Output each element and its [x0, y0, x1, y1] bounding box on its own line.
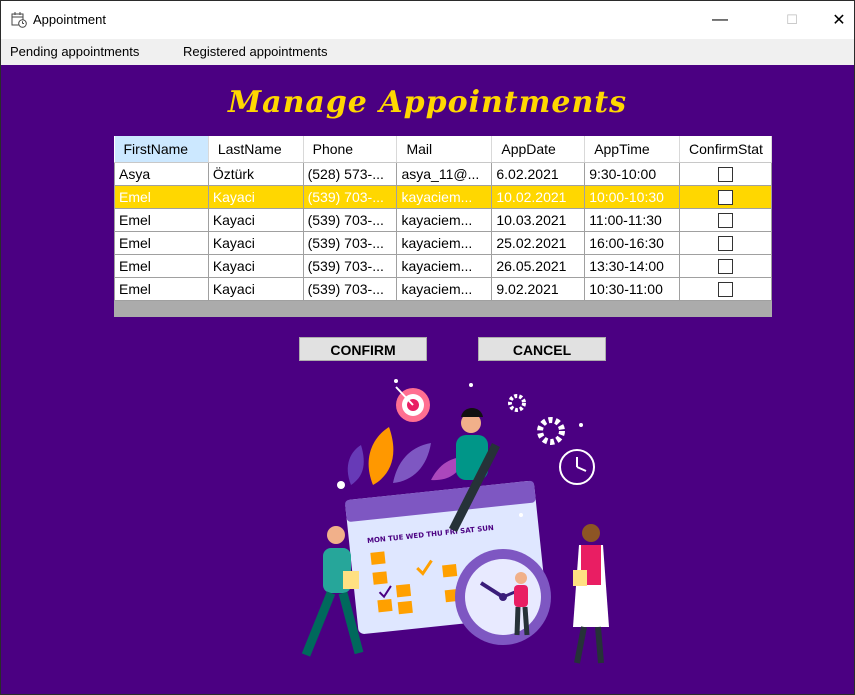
main-panel: Manage Appointments FirstName LastName P… — [1, 65, 854, 694]
column-header-firstname[interactable]: FirstName — [114, 136, 209, 163]
gear-icon — [508, 394, 565, 445]
column-header-lastname[interactable]: LastName — [208, 136, 304, 163]
table-row[interactable]: Emel Kayaci (539) 703-... kayaciem... 10.03.… — [114, 208, 772, 232]
cell-apptime[interactable]: 10:30-11:00 — [584, 277, 681, 301]
cell-mail[interactable]: asya_11@... — [396, 162, 493, 186]
title-bar: Appointment — ☐ ✕ — [1, 1, 854, 39]
clock-icon — [559, 449, 595, 485]
cell-appdate[interactable]: 10.03.2021 — [491, 208, 586, 232]
cell-lastname[interactable]: Kayaci — [207, 277, 304, 301]
cell-firstname[interactable]: Emel — [114, 185, 209, 209]
cell-confirmstat[interactable] — [679, 208, 772, 232]
appointments-table: FirstName LastName Phone Mail AppDate Ap… — [114, 136, 772, 301]
cell-firstname[interactable]: Asya — [114, 162, 209, 186]
cell-phone[interactable]: (539) 703-... — [302, 208, 398, 232]
cell-lastname[interactable]: Kayaci — [207, 208, 304, 232]
cell-phone[interactable]: (539) 703-... — [302, 231, 398, 255]
appointment-window: Appointment — ☐ ✕ Pending appointments R… — [0, 0, 855, 695]
cell-apptime[interactable]: 9:30-10:00 — [584, 162, 681, 186]
cell-confirmstat[interactable] — [679, 162, 772, 186]
table-row[interactable]: Emel Kayaci (539) 703-... kayaciem... 25.02.… — [114, 231, 772, 255]
close-button[interactable]: ✕ — [816, 1, 855, 39]
cell-apptime[interactable]: 16:00-16:30 — [584, 231, 681, 255]
cell-confirmstat[interactable] — [679, 231, 772, 255]
cell-appdate[interactable]: 9.02.2021 — [491, 277, 586, 301]
cell-lastname[interactable]: Kayaci — [207, 185, 304, 209]
wall-clock-icon — [455, 549, 551, 645]
cell-mail[interactable]: kayaciem... — [396, 254, 493, 278]
table-row[interactable]: Emel Kayaci (539) 703-... kayaciem... 10.02.… — [114, 185, 772, 209]
cell-appdate[interactable]: 26.05.2021 — [491, 254, 586, 278]
minimize-button[interactable]: — — [697, 1, 743, 39]
page-title: Manage Appointments — [227, 85, 628, 120]
target-icon — [395, 386, 430, 422]
confirm-checkbox[interactable] — [718, 190, 734, 206]
column-header-confirmstat[interactable]: ConfirmStat — [679, 136, 772, 163]
calendar-clock-icon — [11, 12, 27, 28]
confirm-checkbox[interactable] — [718, 167, 734, 183]
cell-phone[interactable]: (539) 703-... — [302, 277, 398, 301]
confirm-checkbox[interactable] — [718, 236, 734, 252]
confirm-checkbox[interactable] — [718, 213, 734, 229]
confirm-checkbox[interactable] — [718, 259, 734, 275]
cell-lastname[interactable]: Kayaci — [207, 231, 304, 255]
table-row[interactable]: Emel Kayaci (539) 703-... kayaciem... 26.05.… — [114, 254, 772, 278]
cell-firstname[interactable]: Emel — [114, 277, 209, 301]
cell-appdate[interactable]: 25.02.2021 — [491, 231, 586, 255]
cell-confirmstat[interactable] — [679, 254, 772, 278]
cell-phone[interactable]: (539) 703-... — [302, 185, 398, 209]
confirm-checkbox[interactable] — [718, 282, 734, 298]
leaf-decoration — [347, 427, 466, 485]
menu-pending-appointments[interactable]: Pending appointments — [10, 44, 139, 59]
appointment-illustration: MON TUE WED THU FRI SAT SUN — [301, 379, 609, 664]
cell-firstname[interactable]: Emel — [114, 208, 209, 232]
cell-lastname[interactable]: Kayaci — [207, 254, 304, 278]
column-header-mail[interactable]: Mail — [396, 136, 493, 163]
cell-firstname[interactable]: Emel — [114, 231, 209, 255]
cell-appdate[interactable]: 6.02.2021 — [491, 162, 586, 186]
window-title: Appointment — [33, 12, 106, 27]
confirm-button[interactable]: CONFIRM — [299, 337, 427, 361]
cell-apptime[interactable]: 13:30-14:00 — [584, 254, 681, 278]
appointments-grid[interactable]: FirstName LastName Phone Mail AppDate Ap… — [114, 136, 772, 317]
cell-mail[interactable]: kayaciem... — [396, 208, 493, 232]
menu-registered-appointments[interactable]: Registered appointments — [183, 44, 328, 59]
cell-mail[interactable]: kayaciem... — [396, 231, 493, 255]
cell-phone[interactable]: (528) 573-... — [302, 162, 398, 186]
menu-bar: Pending appointments Registered appointm… — [1, 39, 854, 65]
column-header-apptime[interactable]: AppTime — [584, 136, 681, 163]
maximize-button[interactable]: ☐ — [769, 1, 815, 39]
column-header-phone[interactable]: Phone — [303, 136, 398, 163]
cell-phone[interactable]: (539) 703-... — [302, 254, 398, 278]
cell-mail[interactable]: kayaciem... — [396, 277, 493, 301]
cell-apptime[interactable]: 11:00-11:30 — [584, 208, 681, 232]
cell-apptime[interactable]: 10:00-10:30 — [584, 185, 681, 209]
cancel-button[interactable]: CANCEL — [478, 337, 606, 361]
cell-mail[interactable]: kayaciem... — [396, 185, 493, 209]
table-row[interactable]: Emel Kayaci (539) 703-... kayaciem... 9.02.2… — [114, 277, 772, 301]
person-right — [573, 524, 609, 664]
header-row: FirstName LastName Phone Mail AppDate Ap… — [114, 136, 772, 163]
cell-confirmstat[interactable] — [679, 277, 772, 301]
cell-firstname[interactable]: Emel — [114, 254, 209, 278]
table-row[interactable]: Asya Öztürk (528) 573-... asya_11@... 6.02.2… — [114, 162, 772, 186]
column-header-appdate[interactable]: AppDate — [491, 136, 586, 163]
cell-appdate[interactable]: 10.02.2021 — [491, 185, 586, 209]
cell-lastname[interactable]: Öztürk — [207, 162, 304, 186]
cell-confirmstat[interactable] — [679, 185, 772, 209]
